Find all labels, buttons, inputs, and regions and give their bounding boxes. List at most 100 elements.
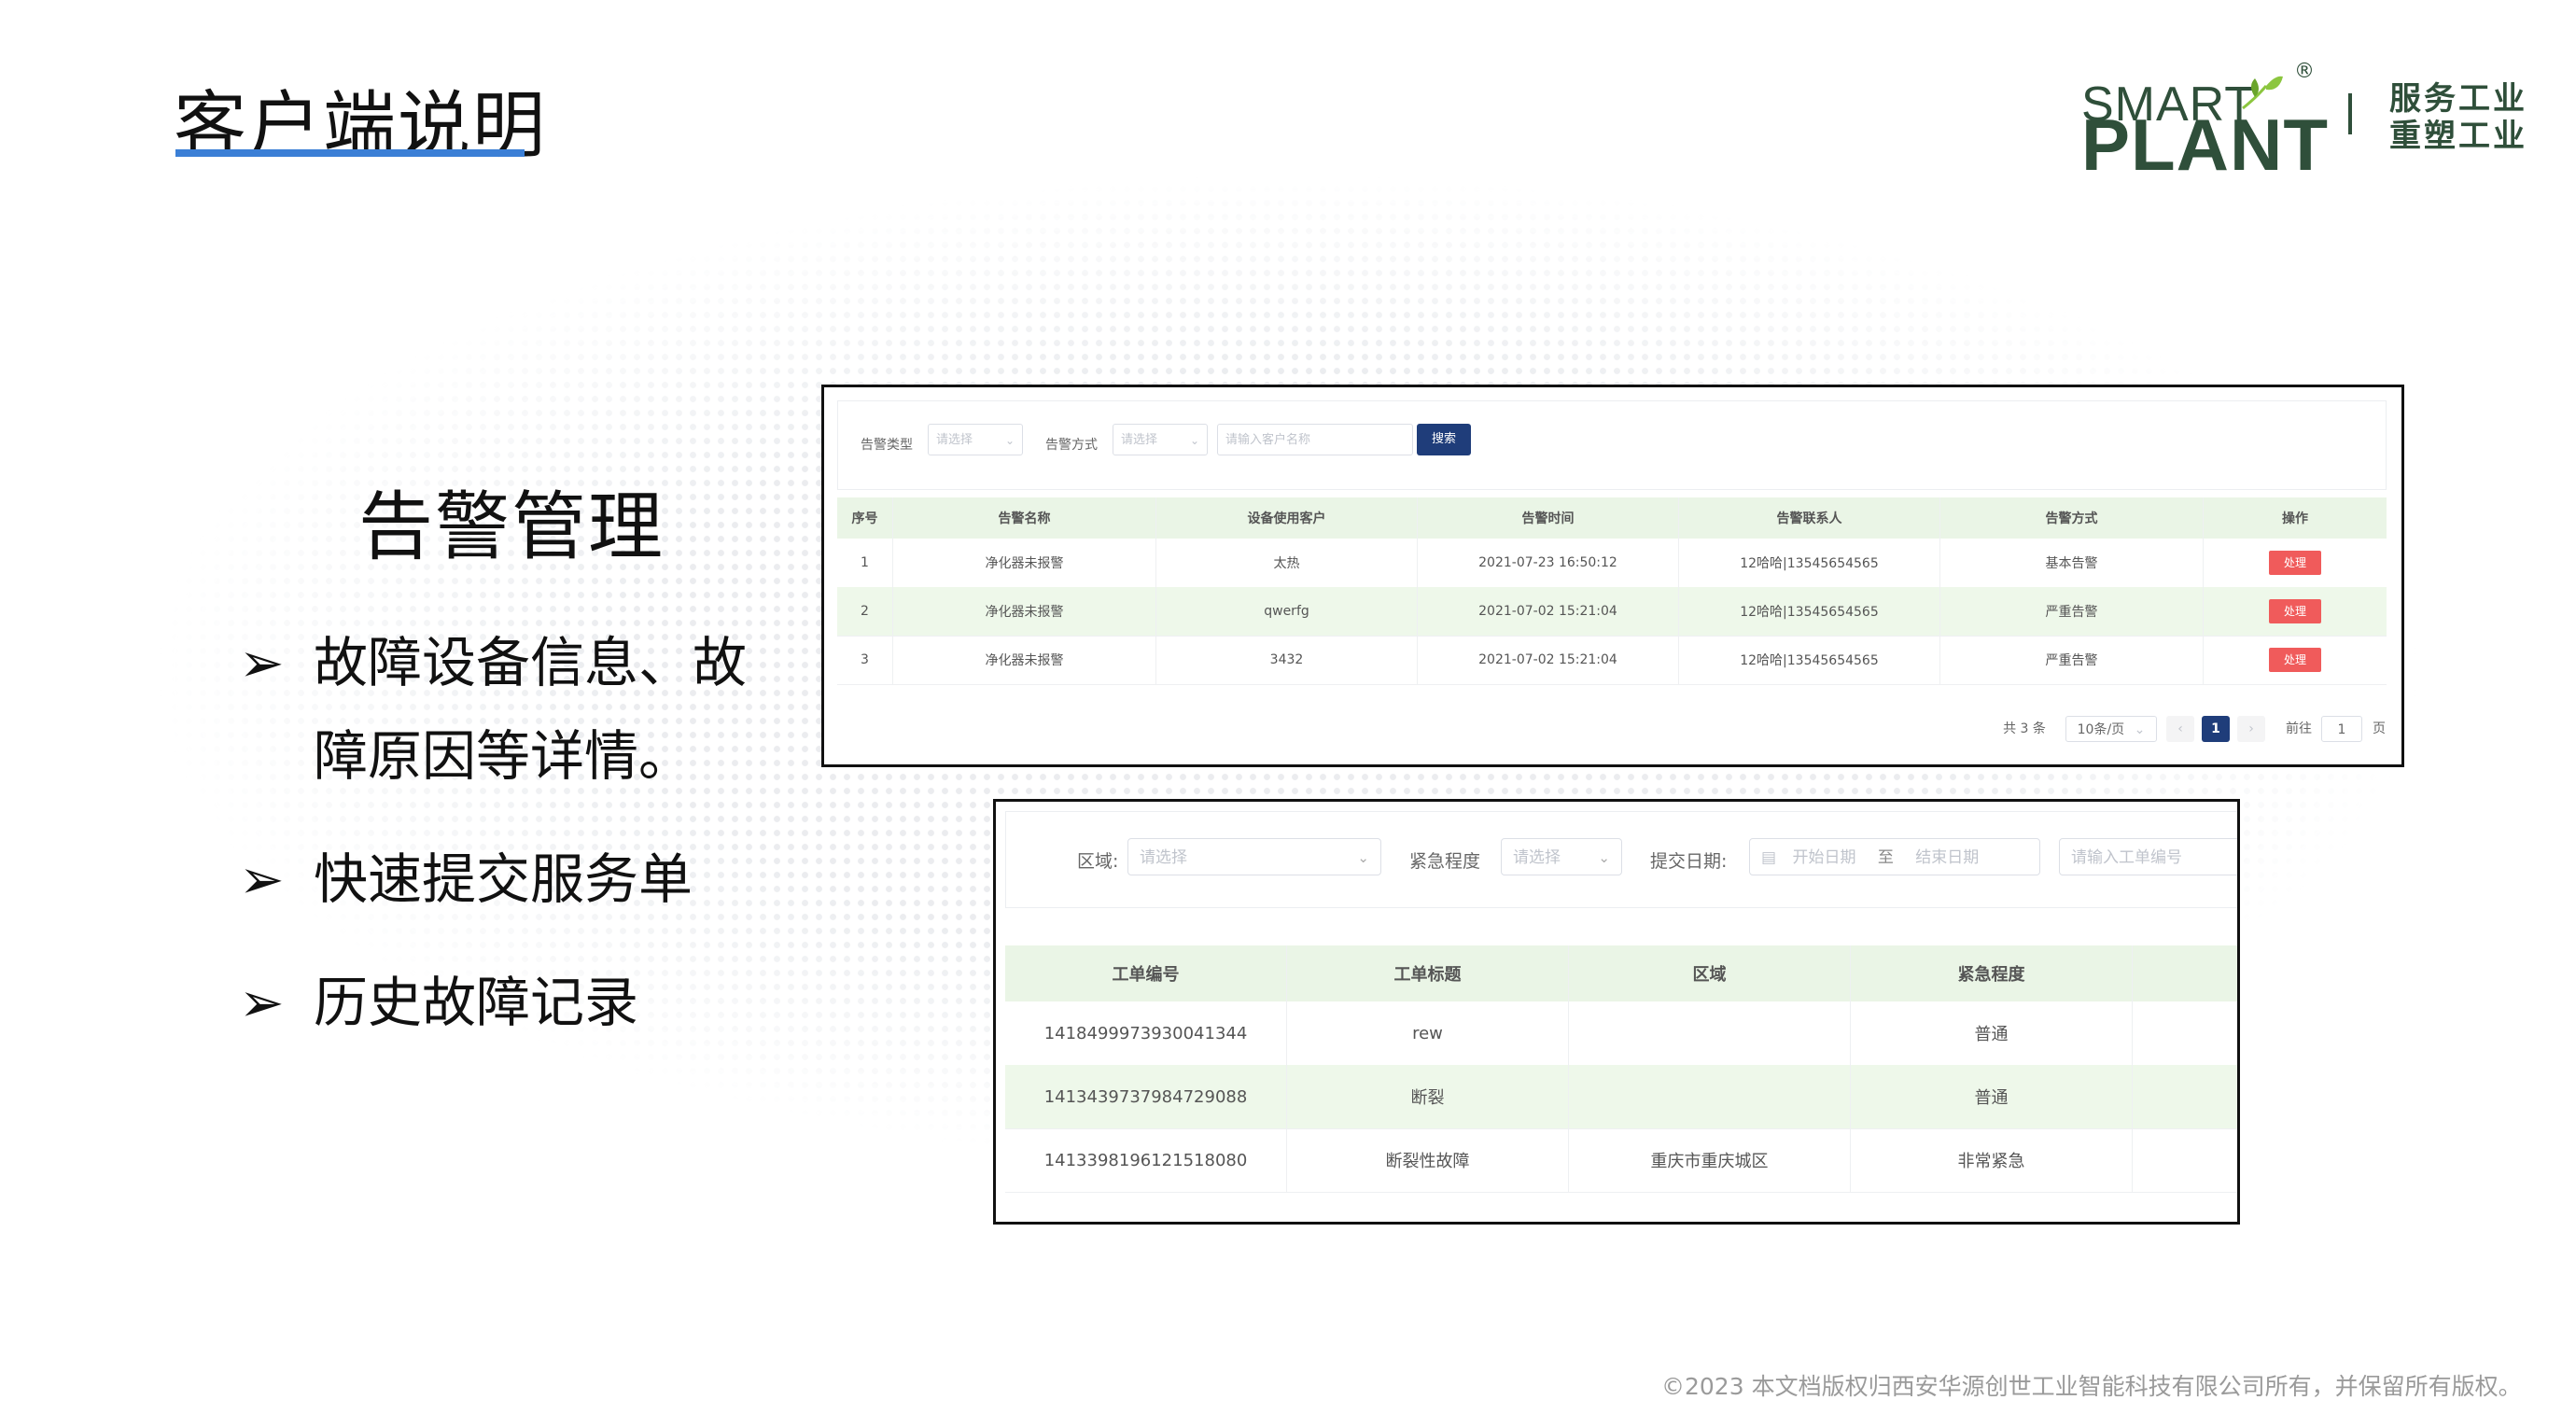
bullet-text: 故障设备信息、故 <box>314 631 748 694</box>
column-header: 告警时间 <box>1418 497 1679 539</box>
logo-plant-text: PLANT <box>2081 104 2329 186</box>
table-row: 1413439737984729088 断裂 普通 <box>1005 1065 2237 1129</box>
cell-contact: 12哈哈|13545654565 <box>1679 539 1940 587</box>
cell-region: 重庆市重庆城区 <box>1569 1128 1851 1192</box>
goto-label: 前往 <box>2286 721 2312 736</box>
logo-slogan: 服务工业 重塑工业 <box>2389 80 2527 155</box>
order-number-input[interactable]: 请输入工单编号 <box>2059 838 2237 875</box>
slogan-line-2: 重塑工业 <box>2389 118 2527 155</box>
region-label: 区域: <box>1077 851 1119 872</box>
column-header: 告警联系人 <box>1679 497 1940 539</box>
alarm-filter-bar: 告警类型 请选择 ⌄ 告警方式 请选择 ⌄ 请输入客户名称 搜索 <box>837 400 2387 490</box>
cell-region <box>1569 1001 1851 1065</box>
title-underline <box>175 149 525 157</box>
logo-separator <box>2348 93 2352 134</box>
column-header: 告警方式 <box>1940 497 2204 539</box>
column-header: 区域 <box>1569 945 1851 1001</box>
alarm-type-select[interactable]: 请选择 ⌄ <box>928 424 1023 455</box>
date-range-separator: 至 <box>1877 848 1894 867</box>
bullet-text: 历史故障记录 <box>314 971 639 1034</box>
region-select[interactable]: 请选择 ⌄ <box>1127 838 1381 875</box>
goto-page-input[interactable]: 1 <box>2321 716 2362 742</box>
region-placeholder: 请选择 <box>1140 848 1187 867</box>
cell-title: 断裂 <box>1287 1065 1569 1128</box>
chevron-down-icon: ⌄ <box>1189 434 1199 447</box>
chevron-down-icon: ⌄ <box>1598 849 1610 866</box>
alarm-list-screenshot: 告警类型 请选择 ⌄ 告警方式 请选择 ⌄ 请输入客户名称 搜索 序号 告警名称… <box>821 385 2404 767</box>
cell-time: 2021-07-23 16:50:12 <box>1418 539 1679 587</box>
handle-button[interactable]: 处理 <box>2269 648 2321 672</box>
cell-order-no: 1413439737984729088 <box>1005 1065 1287 1128</box>
pagination: 共 3 条 10条/页 ⌄ ‹ 1 › 前往 1 页 <box>824 712 2401 744</box>
table-header: 序号 告警名称 设备使用客户 告警时间 告警联系人 告警方式 操作 <box>837 497 2387 539</box>
table-row: 1 净化器未报警 太热 2021-07-23 16:50:12 12哈哈|135… <box>837 539 2387 588</box>
urgency-placeholder: 请选择 <box>1513 848 1561 867</box>
urgency-label: 紧急程度 <box>1409 851 1481 872</box>
chevron-down-icon: ⌄ <box>2134 722 2146 737</box>
alarm-type-label: 告警类型 <box>861 438 913 453</box>
cell-method: 严重告警 <box>1940 587 2204 636</box>
cell-name: 净化器未报警 <box>893 587 1156 636</box>
cell-action: 处理 <box>2204 587 2387 636</box>
handle-button[interactable]: 处理 <box>2269 599 2321 623</box>
end-date-placeholder: 结束日期 <box>1915 848 1980 867</box>
page-size-value: 10条/页 <box>2077 722 2125 737</box>
current-page[interactable]: 1 <box>2202 716 2230 742</box>
alarm-method-placeholder: 请选择 <box>1121 433 1158 447</box>
cell-time: 2021-07-02 15:21:04 <box>1418 587 1679 636</box>
page-size-select[interactable]: 10条/页 ⌄ <box>2065 716 2157 742</box>
bullet-text: 障原因等详情。 <box>314 724 693 788</box>
cell-urgency: 非常紧急 <box>1851 1128 2133 1192</box>
next-page-button[interactable]: › <box>2237 716 2265 742</box>
bullet-text: 快速提交服务单 <box>314 847 693 911</box>
cell-order-no: 1418499973930041344 <box>1005 1001 1287 1065</box>
date-label: 提交日期: <box>1650 851 1728 872</box>
arrow-bullet-icon: ➢ <box>239 847 285 911</box>
chevron-down-icon: ⌄ <box>1004 434 1015 447</box>
cell-no: 3 <box>837 636 893 684</box>
slogan-line-1: 服务工业 <box>2389 80 2527 118</box>
prev-page-button[interactable]: ‹ <box>2166 716 2194 742</box>
leaf-icon <box>2242 76 2283 110</box>
cell-method: 基本告警 <box>1940 539 2204 587</box>
customer-name-placeholder: 请输入客户名称 <box>1225 433 1311 447</box>
table-row: 2 净化器未报警 qwerfg 2021-07-02 15:21:04 12哈哈… <box>837 587 2387 637</box>
cell-name: 净化器未报警 <box>893 636 1156 684</box>
cell-urgency: 普通 <box>1851 1065 2133 1128</box>
column-header: 工单编号 <box>1005 945 1287 1001</box>
cell-action: 处理 <box>2204 636 2387 684</box>
cell-title: rew <box>1287 1001 1569 1065</box>
column-header: 序号 <box>837 497 893 539</box>
date-range-picker[interactable]: ▤ 开始日期 至 结束日期 <box>1749 838 2040 875</box>
cell-name: 净化器未报警 <box>893 539 1156 587</box>
arrow-bullet-icon: ➢ <box>239 631 285 694</box>
alarm-method-label: 告警方式 <box>1045 438 1098 453</box>
alarm-type-placeholder: 请选择 <box>936 433 973 447</box>
column-header: 设备使用客户 <box>1156 497 1418 539</box>
search-button[interactable]: 搜索 <box>1417 424 1471 455</box>
table-row: 1413398196121518080 断裂性故障 重庆市重庆城区 非常紧急 <box>1005 1128 2237 1193</box>
cell-customer: 太热 <box>1156 539 1418 587</box>
urgency-select[interactable]: 请选择 ⌄ <box>1501 838 1622 875</box>
customer-name-input[interactable]: 请输入客户名称 <box>1217 424 1413 455</box>
order-filter-bar: 区域: 请选择 ⌄ 紧急程度 请选择 ⌄ 提交日期: ▤ 开始日期 至 结束日期… <box>1005 811 2237 908</box>
chevron-down-icon: ⌄ <box>1357 849 1369 866</box>
cell-customer: qwerfg <box>1156 587 1418 636</box>
table-row: 1418499973930041344 rew 普通 <box>1005 1001 2237 1066</box>
cell-method: 严重告警 <box>1940 636 2204 684</box>
table-header: 工单编号 工单标题 区域 紧急程度 <box>1005 945 2237 1001</box>
smart-plant-logo: SMART PLANT ® 服务工业 重塑工业 <box>2081 60 2529 186</box>
cell-time: 2021-07-02 15:21:04 <box>1418 636 1679 684</box>
work-order-screenshot: 区域: 请选择 ⌄ 紧急程度 请选择 ⌄ 提交日期: ▤ 开始日期 至 结束日期… <box>993 799 2240 1225</box>
total-count: 共 3 条 <box>2003 721 2046 736</box>
cell-customer: 3432 <box>1156 636 1418 684</box>
cell-action: 处理 <box>2204 539 2387 587</box>
table-row: 3 净化器未报警 3432 2021-07-02 15:21:04 12哈哈|1… <box>837 636 2387 685</box>
copyright-footer: ©2023 本文档版权归西安华源创世工业智能科技有限公司所有，并保留所有版权。 <box>1661 1373 2522 1400</box>
calendar-icon: ▤ <box>1761 848 1777 867</box>
column-header: 工单标题 <box>1287 945 1569 1001</box>
handle-button[interactable]: 处理 <box>2269 551 2321 575</box>
cell-contact: 12哈哈|13545654565 <box>1679 636 1940 684</box>
alarm-method-select[interactable]: 请选择 ⌄ <box>1113 424 1208 455</box>
cell-urgency: 普通 <box>1851 1001 2133 1065</box>
